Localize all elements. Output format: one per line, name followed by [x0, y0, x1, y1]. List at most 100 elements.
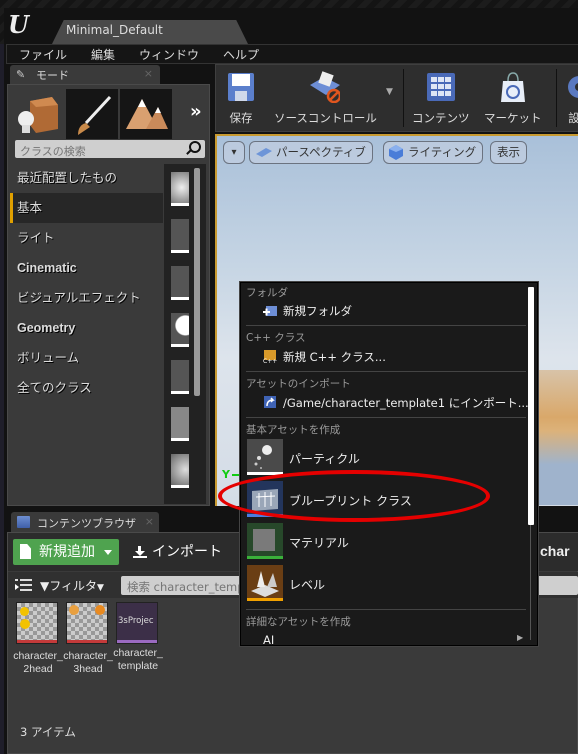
close-icon[interactable]: ×	[145, 515, 154, 528]
sphere-thumbnail[interactable]	[171, 454, 189, 488]
section-header-basic-assets: 基本アセットを作成	[246, 424, 341, 436]
show-button[interactable]: 表示	[490, 141, 527, 164]
content-browser-tab[interactable]: コンテンツブラウザ ×	[11, 512, 159, 532]
lighting-label: ライティング	[408, 145, 477, 159]
landscape-mode-button[interactable]	[120, 89, 172, 139]
perspective-label: パースペクティブ	[276, 145, 366, 159]
menu-item-import[interactable]: /Game/character_template1 にインポート...	[263, 395, 529, 411]
menu-divider	[246, 417, 526, 418]
pawn-thumbnail[interactable]	[171, 266, 189, 300]
context-menu-scroll-track	[530, 525, 531, 640]
svg-text:C++: C++	[263, 358, 277, 363]
menu-file[interactable]: ファイル	[7, 46, 79, 63]
light-bulb-thumbnail[interactable]	[171, 313, 189, 347]
texture-thumbnail	[66, 602, 108, 644]
asset-name: character_2head	[13, 650, 63, 675]
category-basic[interactable]: 基本	[10, 193, 163, 223]
category-visual-effects[interactable]: ビジュアルエフェクト	[10, 283, 163, 313]
menu-help[interactable]: ヘルプ	[211, 46, 271, 63]
asset-tile[interactable]: 3sProjec character_template	[113, 602, 163, 673]
particle-icon	[247, 439, 283, 475]
sources-panel-toggle-icon[interactable]	[15, 578, 33, 592]
menu-divider	[246, 609, 526, 610]
category-geometry[interactable]: Geometry	[10, 313, 163, 343]
settings-button[interactable]: 設	[564, 71, 578, 126]
category-volumes[interactable]: ボリューム	[10, 343, 163, 373]
content-button[interactable]: コンテンツ	[412, 71, 470, 126]
marketplace-button[interactable]: マーケット	[484, 71, 542, 126]
menu-divider	[246, 371, 526, 372]
content-browser-tab-label: コンテンツブラウザ	[37, 517, 136, 530]
cube-thumbnail[interactable]	[171, 407, 189, 441]
source-control-dropdown[interactable]: ▼	[386, 87, 393, 97]
lighting-button[interactable]: ライティング	[383, 141, 484, 164]
asset-name: character_template	[113, 647, 163, 672]
asset-tile[interactable]: character_3head	[63, 602, 113, 676]
section-header-cpp: C++ クラス	[246, 332, 306, 344]
save-button[interactable]: 保存	[226, 71, 256, 126]
level-icon	[247, 565, 283, 601]
context-menu-scrollbar[interactable]	[528, 287, 534, 525]
class-search-field[interactable]	[15, 140, 205, 161]
document-tab[interactable]: Minimal_Default	[52, 20, 248, 44]
paint-mode-button[interactable]	[66, 89, 118, 139]
lit-cube-icon	[389, 145, 403, 160]
category-lights[interactable]: ライト	[10, 223, 163, 253]
item-count: 3 アイテム	[20, 725, 76, 739]
menu-item-new-folder[interactable]: 新規フォルダ	[263, 303, 352, 319]
toolbar-divider	[556, 69, 557, 127]
modes-tab-label: モード	[36, 69, 69, 82]
chevron-down-icon: ▼	[97, 583, 104, 593]
menu-item-level[interactable]: レベル	[289, 576, 325, 593]
menu-item-ai[interactable]: AI	[263, 633, 274, 647]
download-icon	[133, 546, 147, 558]
asset-tile[interactable]: character_2head	[13, 602, 63, 676]
cpp-class-icon: C++	[263, 350, 277, 363]
menu-item-new-cpp-class[interactable]: C++ 新規 C++ クラス...	[263, 349, 386, 365]
class-search-input[interactable]	[15, 142, 175, 161]
content-browser-icon	[17, 516, 30, 528]
project-thumbnail: 3sProjec	[116, 602, 158, 644]
menu-edit[interactable]: 編集	[79, 46, 127, 63]
import-button[interactable]: インポート	[130, 539, 230, 565]
main-toolbar: 保存 ソースコントロール ▼ コンテンツ マーケット 設	[215, 64, 578, 132]
marketplace-bag-icon	[500, 72, 525, 102]
sphere-thumbnail[interactable]	[171, 172, 189, 206]
cube-sphere-icon	[18, 97, 58, 133]
blueprint-icon	[247, 481, 283, 517]
modes-icon: ✎	[16, 68, 26, 81]
add-new-context-menu: フォルダ 新規フォルダ C++ クラス C++ 新規 C++ クラス... アセッ…	[240, 282, 538, 647]
document-tab-title: Minimal_Default	[66, 23, 163, 37]
content-grid-icon	[426, 73, 455, 101]
thumbnails-scrollbar[interactable]	[194, 168, 200, 396]
close-icon[interactable]: ×	[144, 67, 153, 80]
category-recent[interactable]: 最近配置したもの	[10, 163, 163, 193]
texture-thumbnail	[16, 602, 58, 644]
viewport-options-button[interactable]: ▾	[223, 141, 245, 164]
more-modes-icon[interactable]: »	[190, 101, 202, 122]
menu-item-blueprint-class[interactable]: ブループリント クラス	[289, 492, 412, 509]
add-new-button[interactable]: 新規追加	[13, 539, 119, 565]
menu-divider	[246, 325, 526, 326]
filters-button[interactable]: ▼フィルタ▼	[40, 577, 104, 594]
section-header-import: アセットのインポート	[246, 378, 351, 390]
place-mode-button[interactable]	[12, 89, 64, 139]
menu-window[interactable]: ウィンドウ	[127, 46, 211, 63]
menu-item-material[interactable]: マテリアル	[289, 534, 349, 551]
category-list: 最近配置したもの 基本 ライト Cinematic ビジュアルエフェクト Geo…	[10, 163, 163, 503]
character-thumbnail[interactable]	[171, 219, 189, 253]
project-thumbnail-text: 3sProjec	[118, 616, 154, 626]
folder-path-text[interactable]: char	[540, 543, 570, 559]
perspective-button[interactable]: パースペクティブ	[249, 141, 373, 164]
axis-gizmo-label: Y	[222, 468, 230, 481]
source-control-button[interactable]: ソースコントロール	[274, 71, 377, 126]
paintbrush-icon	[78, 95, 112, 135]
add-new-label: 新規追加	[39, 544, 95, 560]
menu-item-particle[interactable]: パーティクル	[289, 450, 360, 467]
settings-gear-icon	[568, 76, 578, 98]
source-control-disabled-icon	[310, 71, 342, 104]
flag-thumbnail[interactable]	[171, 360, 189, 394]
category-cinematic[interactable]: Cinematic	[10, 253, 163, 283]
category-all-classes[interactable]: 全てのクラス	[10, 373, 163, 403]
modes-tab[interactable]: ✎ モード ×	[10, 65, 160, 84]
